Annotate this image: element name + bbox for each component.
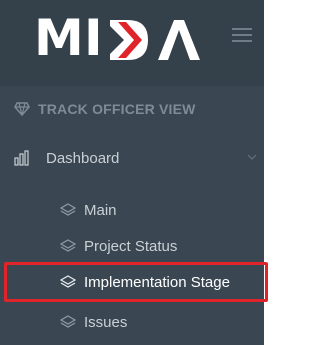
chevron-down-icon[interactable] [246,151,258,163]
layers-icon [60,239,76,252]
sidebar-item-main[interactable]: Main [60,199,260,221]
sidebar-item-label: Project Status [84,237,178,255]
section-title: TRACK OFFICER VIEW [14,99,196,119]
sidebar-item-label: Main [84,201,117,219]
logo-arrow-d [110,20,148,60]
sidebar: M I TRACK OFFICER VIEW Dashboard Main Pr… [0,0,264,345]
sidebar-item-implementation-stage[interactable]: Implementation Stage [60,271,260,293]
logo-letter-a [158,20,200,60]
sidebar-item-label: Issues [84,313,128,331]
sidebar-item-dashboard[interactable]: Dashboard [14,147,264,169]
logo-bar: M I [0,0,264,86]
diamond-icon [14,102,30,117]
sidebar-item-label: Dashboard [46,149,120,167]
hamburger-icon[interactable] [232,28,252,42]
mida-logo[interactable]: M I [34,10,204,66]
sidebar-item-project-status[interactable]: Project Status [60,235,260,257]
layers-icon [60,315,76,328]
bar-chart-icon [14,150,29,166]
layers-icon [60,275,76,288]
sidebar-item-issues[interactable]: Issues [60,311,260,333]
layers-icon [60,203,76,216]
sidebar-item-label: Implementation Stage [84,273,230,291]
section-title-label: TRACK OFFICER VIEW [38,101,196,117]
